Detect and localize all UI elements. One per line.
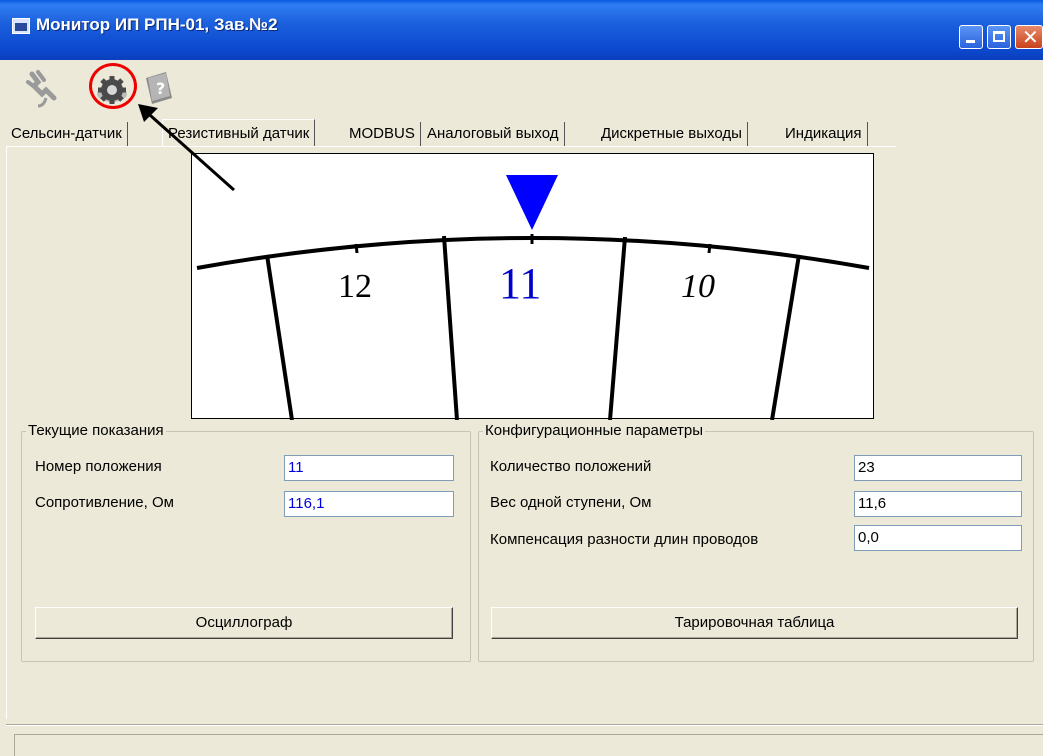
positions-count-label: Количество положений	[490, 458, 652, 475]
positions-count-field[interactable]: 23	[854, 455, 1022, 481]
dial-label-current: 11	[499, 259, 542, 308]
plug-icon[interactable]	[24, 68, 60, 108]
position-number-label: Номер положения	[35, 458, 162, 475]
calibration-table-button[interactable]: Тарировочная таблица	[491, 607, 1018, 639]
close-button[interactable]: ✕	[1015, 25, 1043, 49]
app-icon	[12, 18, 30, 34]
current-readings-title: Текущие показания	[26, 422, 166, 439]
wire-compensation-label: Компенсация разности длин проводов	[490, 531, 759, 548]
resistance-label: Сопротивление, Ом	[35, 494, 174, 511]
toolbar: ?	[0, 60, 1043, 116]
oscilloscope-button[interactable]: Осциллограф	[35, 607, 453, 639]
config-params-title: Конфигурационные параметры	[483, 422, 706, 439]
tab-analog-output[interactable]: Аналоговый выход	[422, 122, 565, 146]
minimize-button[interactable]	[959, 25, 983, 49]
window-title: Монитор ИП РПН-01, Зав.№2	[36, 15, 278, 34]
help-book-icon[interactable]: ?	[138, 68, 178, 108]
status-separator-highlight	[6, 725, 1043, 726]
position-dial: 12 11 10	[191, 153, 874, 420]
position-number-field[interactable]: 11	[284, 455, 454, 481]
dial-label-right: 10	[681, 268, 715, 305]
config-params-group: Конфигурационные параметры Количество по…	[478, 422, 1034, 662]
tab-discrete-outputs[interactable]: Дискретные выходы	[596, 122, 748, 146]
step-weight-label: Вес одной ступени, Ом	[490, 494, 652, 511]
tab-selsyn[interactable]: Сельсин-датчик	[6, 122, 128, 146]
tab-resistive[interactable]: Резистивный датчик	[162, 119, 316, 147]
step-weight-field[interactable]: 11,6	[854, 491, 1022, 517]
close-icon: ✕	[1022, 27, 1039, 49]
resistance-field[interactable]: 116,1	[284, 491, 454, 517]
gear-highlight-circle	[89, 63, 137, 109]
tab-modbus[interactable]: MODBUS	[344, 122, 421, 146]
wire-compensation-field[interactable]: 0,0	[854, 525, 1022, 551]
current-readings-group: Текущие показания Номер положения 11 Соп…	[21, 422, 471, 662]
maximize-button[interactable]	[987, 25, 1011, 49]
tab-indication[interactable]: Индикация	[780, 122, 868, 146]
main-window: Монитор ИП РПН-01, Зав.№2 ✕ ? Сельсин-да…	[0, 0, 1043, 756]
dial-label-left: 12	[338, 268, 372, 305]
title-bar[interactable]: Монитор ИП РПН-01, Зав.№2 ✕	[0, 0, 1043, 60]
svg-text:?: ?	[156, 79, 165, 98]
position-marker-icon	[506, 175, 558, 230]
status-bar	[14, 734, 1043, 756]
